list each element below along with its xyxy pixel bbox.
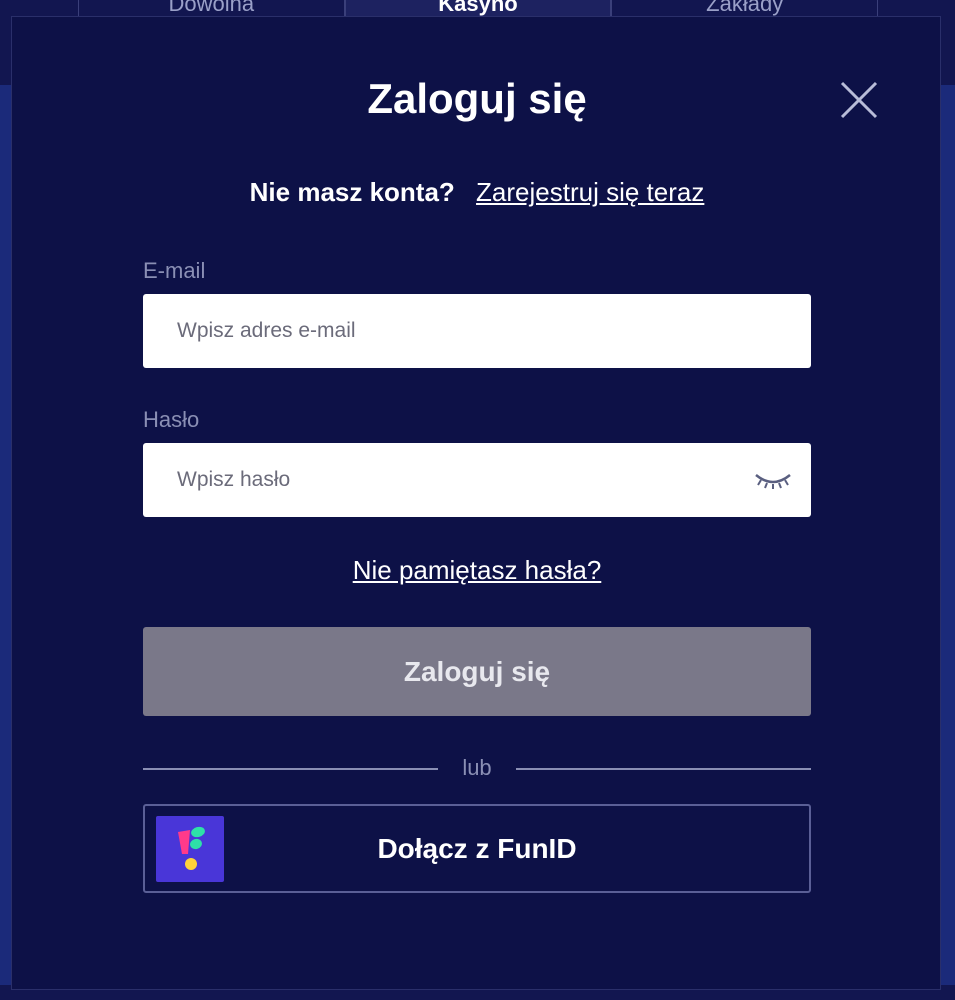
email-field[interactable]: [143, 294, 737, 368]
login-button[interactable]: Zaloguj się: [143, 627, 811, 716]
email-label: E-mail: [143, 258, 206, 283]
funid-join-label: Dołącz z FunID: [377, 833, 577, 864]
modal-title: Zaloguj się: [367, 75, 587, 122]
toggle-password-visibility-button[interactable]: [753, 469, 793, 493]
password-field[interactable]: [143, 443, 737, 517]
register-link[interactable]: Zarejestruj się teraz: [476, 177, 704, 207]
register-prompt: Nie masz konta? Zarejestruj się teraz: [12, 177, 942, 208]
eye-closed-icon: [755, 474, 791, 489]
or-divider: lub: [143, 755, 811, 783]
background-panel-right: [941, 85, 955, 985]
forgot-password-link[interactable]: Nie pamiętasz hasła?: [12, 555, 942, 586]
login-modal: Zaloguj się Nie masz konta? Zarejestruj …: [11, 16, 941, 990]
funid-join-button[interactable]: Dołącz z FunID: [143, 804, 811, 893]
email-field-box: [143, 294, 811, 368]
password-field-box: [143, 443, 811, 517]
register-question: Nie masz konta?: [249, 177, 455, 207]
divider-line-right: [516, 768, 811, 770]
password-label: Hasło: [143, 407, 200, 432]
